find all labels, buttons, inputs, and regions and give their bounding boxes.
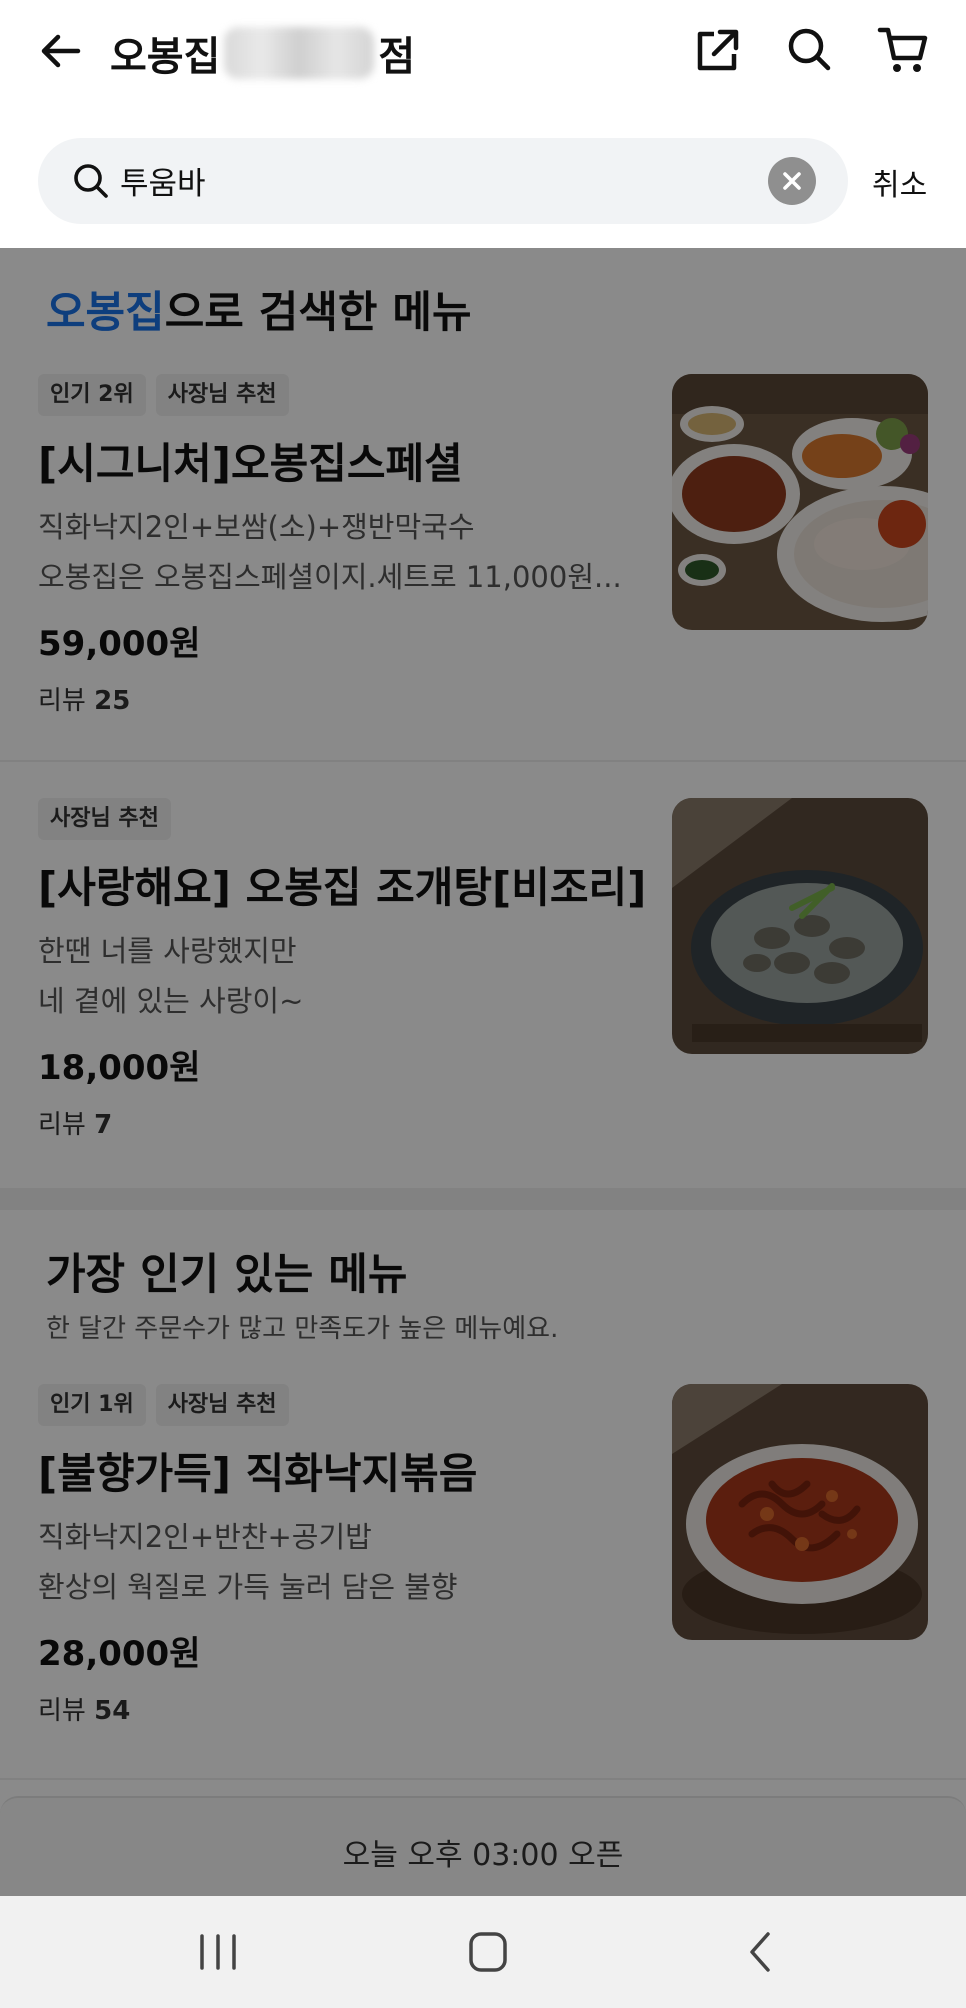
app-bar: 오봉집 점 bbox=[0, 0, 966, 100]
search-query[interactable]: 투움바 bbox=[120, 158, 206, 203]
store-name: 오봉집 점 bbox=[110, 24, 415, 82]
search-row: 투움바 취소 bbox=[0, 100, 966, 248]
search-icon[interactable] bbox=[782, 22, 838, 78]
back-arrow-icon[interactable] bbox=[36, 26, 86, 76]
dim-overlay[interactable] bbox=[0, 248, 966, 1896]
cancel-button[interactable]: 취소 bbox=[872, 160, 927, 204]
share-icon[interactable] bbox=[690, 22, 746, 78]
back-icon[interactable] bbox=[732, 1926, 788, 1978]
clear-icon[interactable] bbox=[768, 157, 816, 205]
store-name-suffix: 점 bbox=[378, 34, 416, 80]
home-icon[interactable] bbox=[460, 1926, 516, 1978]
recents-icon[interactable] bbox=[190, 1926, 246, 1978]
cart-icon[interactable] bbox=[876, 22, 932, 78]
store-name-prefix: 오봉집 bbox=[110, 34, 221, 80]
system-nav-bar bbox=[0, 1896, 966, 2008]
search-input[interactable]: 투움바 bbox=[38, 138, 848, 224]
blurred-branch-name bbox=[224, 27, 375, 79]
search-icon bbox=[70, 160, 112, 202]
